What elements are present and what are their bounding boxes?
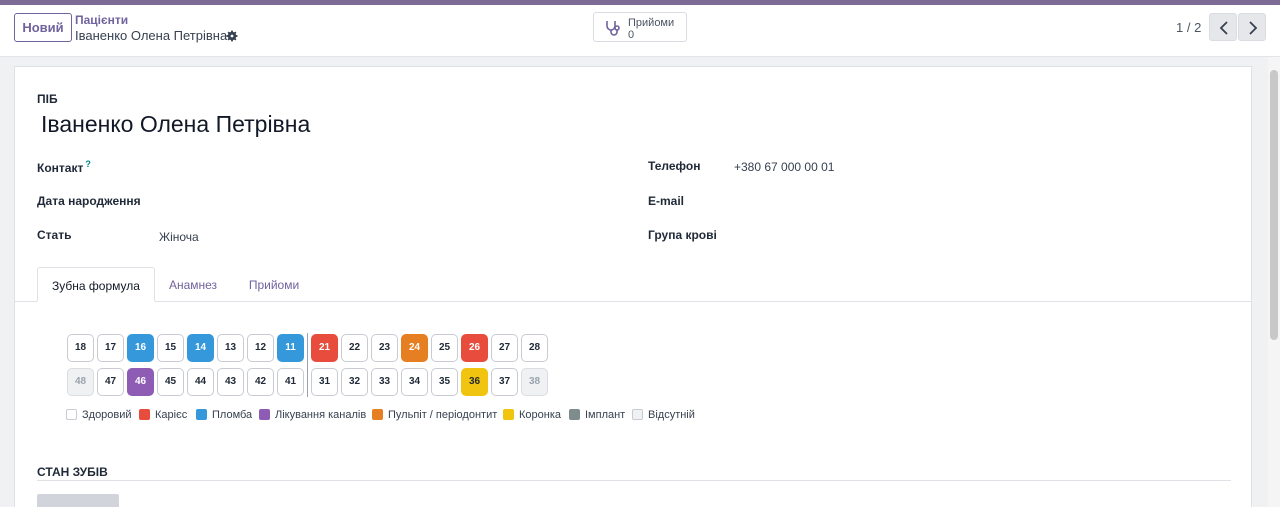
tooth-42[interactable]: 42 <box>247 368 274 396</box>
legend-label: Імплант <box>585 409 626 421</box>
appointments-stat-button[interactable]: Прийоми 0 <box>593 12 687 42</box>
breadcrumb-parent-link[interactable]: Пацієнти <box>75 13 128 27</box>
chevron-right-icon <box>1249 21 1258 35</box>
legend-item-caries: Карієс <box>139 409 187 423</box>
legend-swatch <box>569 409 580 420</box>
tab-appointments[interactable]: Прийоми <box>235 267 313 302</box>
contact-label: Контакт? <box>37 159 91 175</box>
form-sheet: ПІБ Іваненко Олена Петрівна Контакт? Дат… <box>14 66 1252 507</box>
legend-label: Пульпіт / періодонтит <box>388 409 498 421</box>
tooth-35[interactable]: 35 <box>431 368 458 396</box>
stethoscope-icon <box>606 21 620 36</box>
tooth-31[interactable]: 31 <box>311 368 338 396</box>
legend-item-pulpitis: Пульпіт / періодонтит <box>372 409 497 423</box>
legend-swatch <box>372 409 383 420</box>
tooth-12[interactable]: 12 <box>247 334 274 362</box>
tooth-47[interactable]: 47 <box>97 368 124 396</box>
patient-name-field[interactable]: Іваненко Олена Петрівна <box>41 111 310 138</box>
section-button[interactable] <box>37 494 119 507</box>
legend-item-implant: Імплант <box>569 409 625 423</box>
section-title: СТАН ЗУБІВ <box>37 465 108 479</box>
legend-swatch <box>196 409 207 420</box>
tooth-13[interactable]: 13 <box>217 334 244 362</box>
tooth-24[interactable]: 24 <box>401 334 428 362</box>
tooth-15[interactable]: 15 <box>157 334 184 362</box>
tooth-17[interactable]: 17 <box>97 334 124 362</box>
legend-item-missing: Відсутній <box>632 409 695 423</box>
control-panel: Новий Пацієнти Іваненко Олена Петрівна П… <box>0 5 1280 57</box>
legend-swatch <box>139 409 150 420</box>
legend-label: Пломба <box>212 409 253 421</box>
new-button[interactable]: Новий <box>14 13 72 42</box>
birthdate-label: Дата народження <box>37 194 141 208</box>
legend-swatch <box>632 409 643 420</box>
tooth-28[interactable]: 28 <box>521 334 548 362</box>
tooth-16[interactable]: 16 <box>127 334 154 362</box>
legend-swatch <box>259 409 270 420</box>
legend-swatch <box>66 409 77 420</box>
legend-item-crown: Коронка <box>503 409 561 423</box>
tooth-34[interactable]: 34 <box>401 368 428 396</box>
tooth-48[interactable]: 48 <box>67 368 94 396</box>
legend-label: Карієс <box>155 409 188 421</box>
legend-label: Здоровий <box>82 409 132 421</box>
legend-swatch <box>503 409 514 420</box>
gender-field[interactable]: Жіноча <box>159 230 199 244</box>
tooth-25[interactable]: 25 <box>431 334 458 362</box>
legend-label: Відсутній <box>648 409 695 421</box>
tooth-14[interactable]: 14 <box>187 334 214 362</box>
breadcrumb-current: Іваненко Олена Петрівна <box>75 28 228 43</box>
tab-anamnesis[interactable]: Анамнез <box>157 267 229 302</box>
tooth-11[interactable]: 11 <box>277 334 304 362</box>
scrollbar-thumb[interactable] <box>1270 70 1278 340</box>
stat-label: Прийоми <box>628 17 675 29</box>
tooth-38[interactable]: 38 <box>521 368 548 396</box>
tooth-46[interactable]: 46 <box>127 368 154 396</box>
tab-dental-formula[interactable]: Зубна формула <box>37 267 155 302</box>
tooth-44[interactable]: 44 <box>187 368 214 396</box>
legend-label: Лікування каналів <box>275 409 367 421</box>
legend-item-filling: Пломба <box>196 409 252 423</box>
pager-previous-button[interactable] <box>1209 13 1237 41</box>
tooth-43[interactable]: 43 <box>217 368 244 396</box>
phone-label: Телефон <box>648 159 701 173</box>
help-tooltip-icon[interactable]: ? <box>85 159 91 169</box>
tooth-36[interactable]: 36 <box>461 368 488 396</box>
tooth-33[interactable]: 33 <box>371 368 398 396</box>
tooth-18[interactable]: 18 <box>67 334 94 362</box>
blood-group-label: Група крові <box>648 228 717 242</box>
legend-label: Коронка <box>519 409 562 421</box>
phone-field[interactable]: +380 67 000 00 01 <box>734 160 834 174</box>
legend-item-healthy: Здоровий <box>66 409 132 423</box>
pager-value[interactable]: 1 / 2 <box>1176 20 1201 35</box>
tooth-32[interactable]: 32 <box>341 368 368 396</box>
stat-value: 0 <box>628 29 635 41</box>
name-label: ПІБ <box>37 92 58 106</box>
gender-label: Стать <box>37 228 72 242</box>
pager-next-button[interactable] <box>1238 13 1266 41</box>
chevron-left-icon <box>1219 21 1228 35</box>
tooth-37[interactable]: 37 <box>491 368 518 396</box>
tooth-41[interactable]: 41 <box>277 368 304 396</box>
tooth-23[interactable]: 23 <box>371 334 398 362</box>
tooth-26[interactable]: 26 <box>461 334 488 362</box>
tooth-22[interactable]: 22 <box>341 334 368 362</box>
chart-midline <box>307 333 308 397</box>
tooth-45[interactable]: 45 <box>157 368 184 396</box>
section-divider <box>37 480 1231 481</box>
tooth-21[interactable]: 21 <box>311 334 338 362</box>
tooth-27[interactable]: 27 <box>491 334 518 362</box>
legend-item-canal: Лікування каналів <box>259 409 366 423</box>
email-label: E-mail <box>648 194 685 208</box>
gear-icon[interactable] <box>225 29 239 43</box>
